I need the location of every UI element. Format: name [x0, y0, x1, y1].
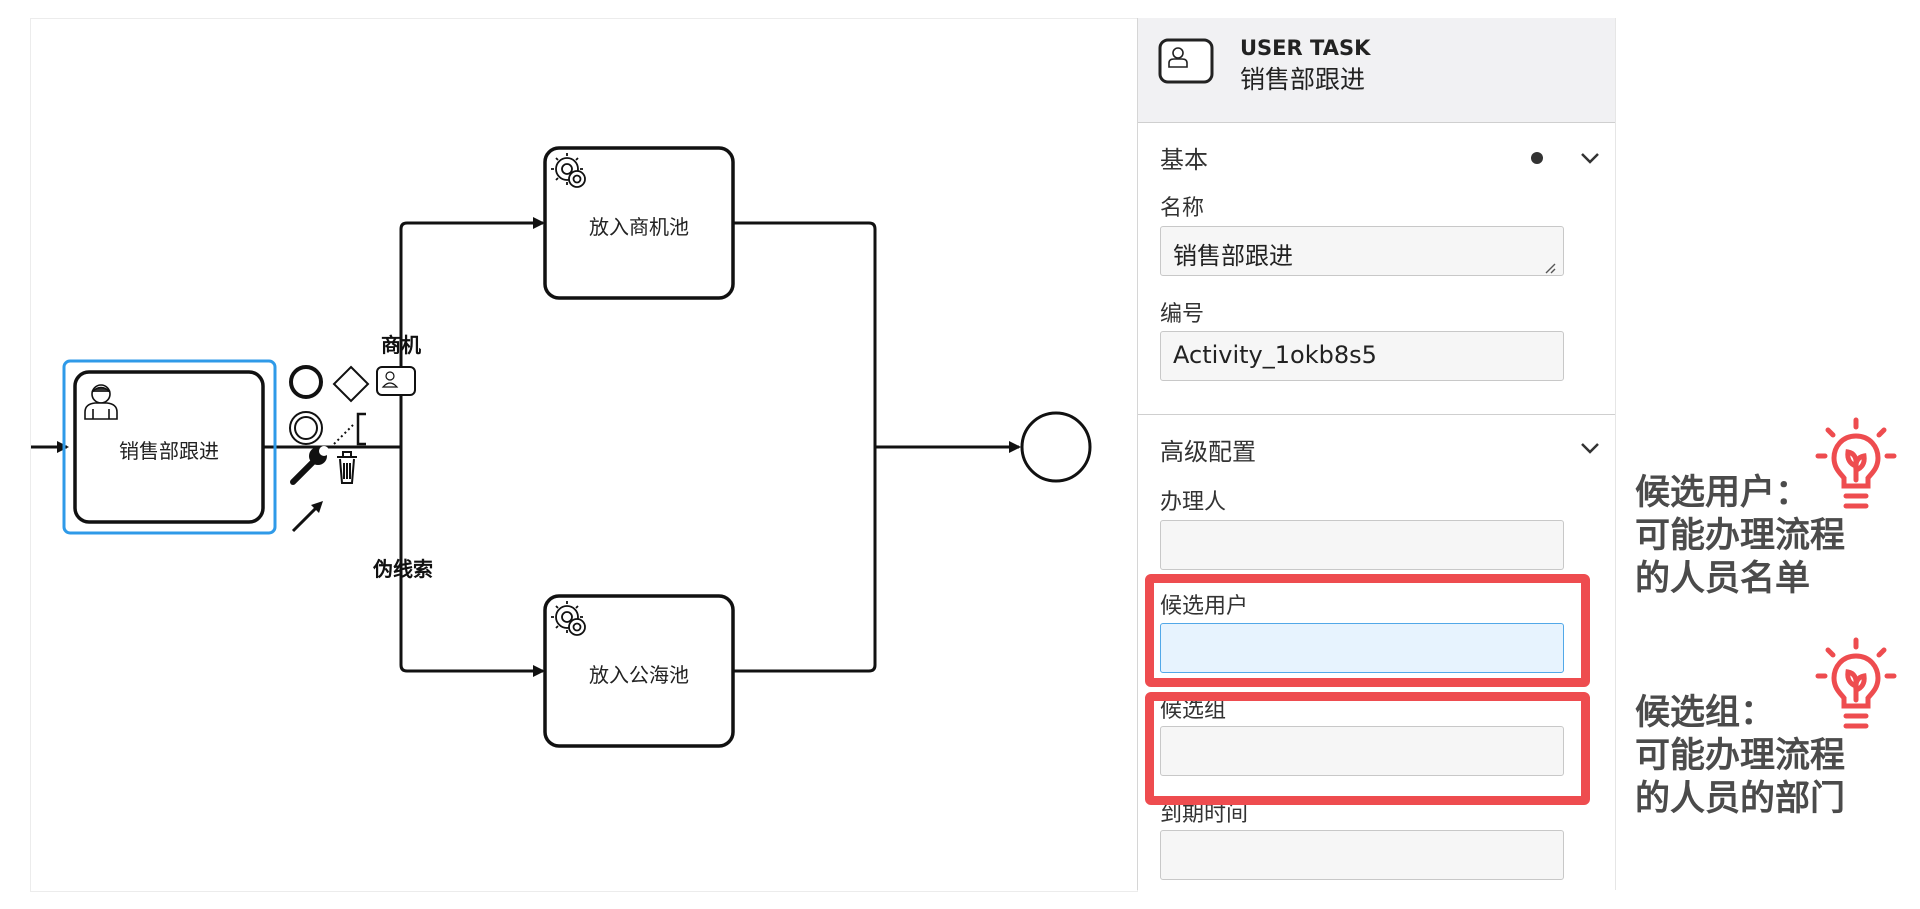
group-basic-title[interactable]: 基本 — [1160, 140, 1208, 175]
group-advanced-title[interactable]: 高级配置 — [1160, 432, 1256, 467]
group-changed-indicator — [1531, 152, 1543, 164]
assignee-label: 办理人 — [1160, 490, 1227, 515]
service-task-bottom-label: 放入公海池 — [589, 663, 689, 687]
note-line: 可能办理流程 — [1635, 516, 1846, 556]
candidate-groups-note: 候选组： 可能办理流程 的人员的部门 — [1635, 692, 1845, 821]
arrow-connect-icon[interactable] — [291, 501, 323, 533]
highlight-candidate-groups — [1145, 692, 1590, 805]
element-name: 销售部跟进 — [1240, 65, 1366, 94]
intermediate-event-icon[interactable] — [289, 411, 323, 445]
element-type: USER TASK — [1240, 36, 1371, 60]
panel-header: USER TASK 销售部跟进 — [1138, 18, 1615, 123]
user-task-icon — [1158, 38, 1214, 84]
name-label: 名称 — [1160, 196, 1205, 221]
id-label: 编号 — [1160, 302, 1205, 327]
note-line: 候选组： — [1635, 693, 1776, 733]
id-field[interactable]: Activity_1okb8s5 — [1160, 331, 1564, 381]
note-line: 可能办理流程 — [1635, 736, 1846, 776]
flow-label-business[interactable]: 商机 — [381, 329, 421, 358]
start-event-icon[interactable] — [289, 365, 323, 399]
flow-label-fake-lead[interactable]: 伪线索 — [373, 553, 433, 582]
trash-icon[interactable] — [337, 451, 357, 484]
diagram-canvas[interactable]: 销售部跟进 放入商机池 放入公海池 商机 伪线索 — [30, 18, 1138, 892]
name-field[interactable]: 销售部跟进 — [1160, 226, 1564, 276]
due-date-field[interactable] — [1160, 830, 1564, 880]
gateway-icon[interactable] — [332, 365, 370, 403]
flow-from-business-pool[interactable] — [733, 221, 877, 447]
chevron-down-icon[interactable] — [1578, 146, 1602, 170]
user-task-icon[interactable] — [376, 366, 416, 396]
candidate-users-note: 候选用户： 可能办理流程 的人员名单 — [1635, 472, 1845, 601]
text-annotation-icon[interactable] — [333, 412, 366, 446]
flow-from-public-pool[interactable] — [733, 447, 877, 673]
wrench-icon[interactable] — [290, 446, 329, 485]
service-task-top-label: 放入商机池 — [589, 215, 689, 239]
group-divider — [1138, 414, 1615, 415]
highlight-candidate-users — [1145, 574, 1590, 687]
flow-to-business-pool[interactable] — [399, 217, 545, 447]
chevron-down-icon[interactable] — [1578, 436, 1602, 460]
end-event-icon[interactable] — [1020, 411, 1092, 483]
resize-grip-icon[interactable] — [1544, 262, 1556, 274]
user-task-label: 销售部跟进 — [119, 439, 219, 463]
assignee-field[interactable] — [1160, 520, 1564, 570]
note-line: 候选用户： — [1635, 473, 1811, 513]
note-line: 的人员的部门 — [1635, 779, 1846, 819]
note-line: 的人员名单 — [1635, 559, 1811, 599]
